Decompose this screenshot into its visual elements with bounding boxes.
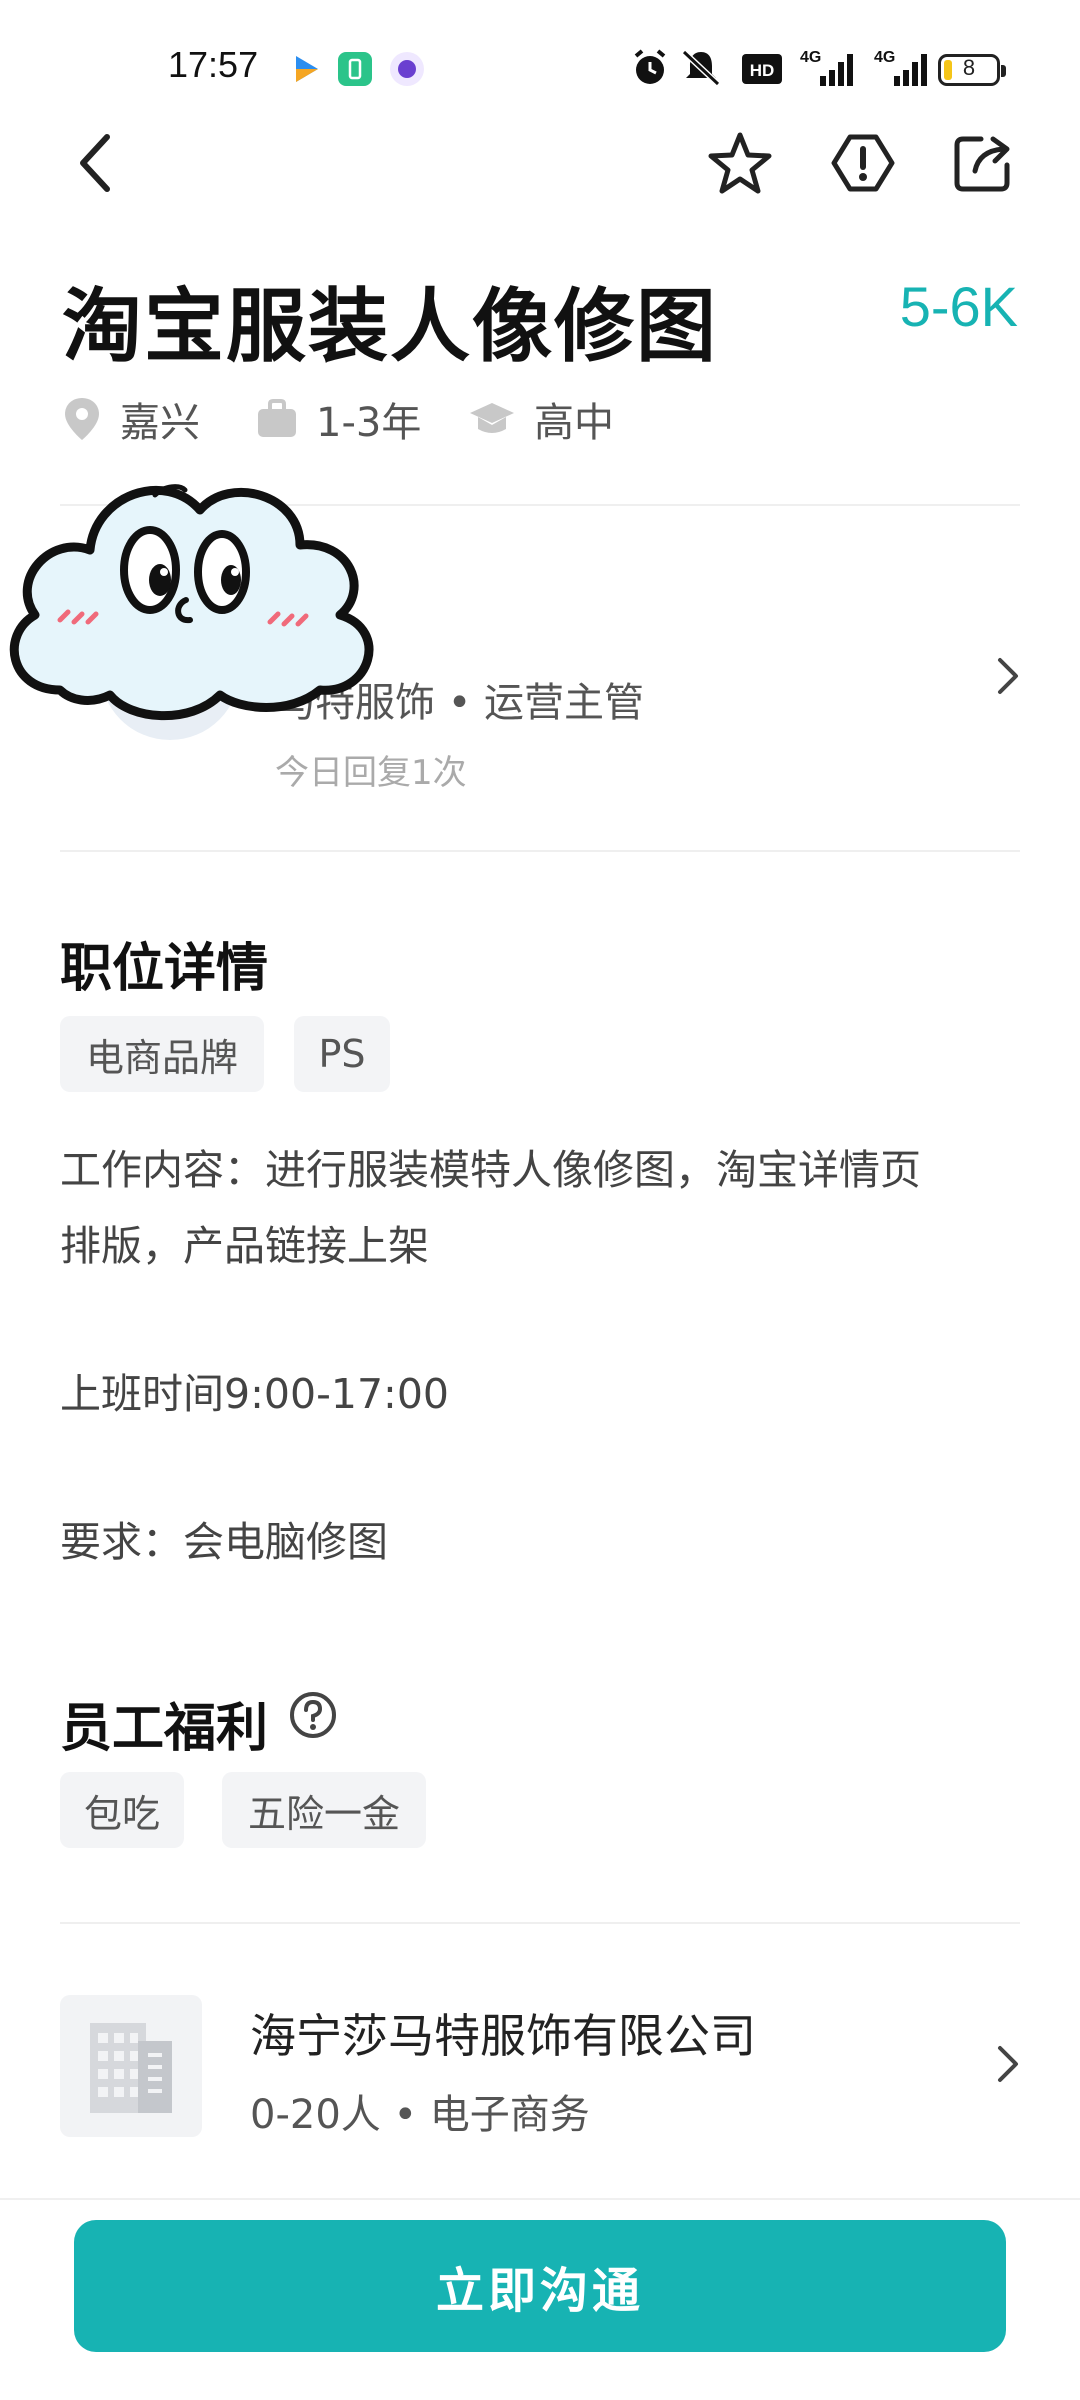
divider — [60, 850, 1020, 852]
signal-4g-icon: 4G — [796, 48, 856, 92]
salary: 5-6K — [899, 275, 1018, 338]
details-tag: 电商品牌 — [60, 1016, 264, 1092]
recruiter-reply-status: 今日回复1次 — [275, 753, 467, 793]
battery-saver-app-icon — [338, 52, 372, 86]
hd-icon: HD — [742, 54, 782, 88]
education-text: 高中 — [534, 400, 614, 446]
job-title: 淘宝服装人像修图 — [62, 280, 718, 373]
education-meta: 高中 — [468, 390, 614, 448]
app-notification-icon-2 — [390, 52, 424, 86]
signal-4g-icon-2: 4G — [872, 48, 932, 92]
company-name[interactable]: 海宁莎马特服饰有限公司 — [250, 2000, 756, 2066]
details-tag: PS — [294, 1016, 390, 1092]
share-button[interactable] — [946, 126, 1020, 200]
share-icon — [954, 136, 1010, 192]
details-title: 职位详情 — [60, 939, 269, 999]
benefits-title: 员工福利 — [60, 1699, 269, 1759]
alarm-icon — [632, 48, 668, 92]
cloud-sticker — [0, 440, 460, 734]
help-icon[interactable] — [288, 1690, 338, 1744]
report-button[interactable] — [826, 126, 900, 200]
divider — [60, 1922, 1020, 1924]
status-time: 17:57 — [168, 44, 259, 85]
svg-text:4G: 4G — [800, 49, 821, 66]
company-logo[interactable] — [60, 1995, 202, 2137]
svg-text:HD: HD — [750, 61, 775, 80]
details-line: 排版，产品链接上架 — [60, 1222, 429, 1270]
chat-now-button[interactable]: 立即沟通 — [74, 2220, 1006, 2352]
company-info: 0-20人 • 电子商务 — [250, 2092, 590, 2138]
details-line: 要求：会电脑修图 — [60, 1518, 388, 1566]
benefit-tag: 五险一金 — [222, 1772, 426, 1848]
details-line: 上班时间9:00-17:00 — [60, 1370, 450, 1418]
app-notification-icon — [290, 52, 324, 86]
battery-icon: 8 — [938, 54, 1006, 86]
details-line: 工作内容：进行服装模特人像修图，淘宝详情页 — [60, 1146, 921, 1194]
favorite-button[interactable] — [703, 126, 777, 200]
briefcase-icon — [258, 399, 296, 437]
location-pin-icon — [65, 398, 99, 440]
company-chevron-icon[interactable] — [996, 2044, 1020, 2088]
building-icon — [90, 2023, 172, 2113]
graduation-cap-icon — [470, 403, 514, 433]
chevron-left-icon — [80, 134, 110, 192]
star-icon — [708, 132, 772, 194]
recruiter-chevron-icon[interactable] — [996, 656, 1020, 700]
warning-icon — [831, 134, 895, 192]
benefit-tag: 包吃 — [60, 1772, 184, 1848]
back-button[interactable] — [58, 126, 132, 200]
battery-level: 8 — [962, 55, 976, 80]
svg-text:4G: 4G — [874, 49, 895, 66]
mute-icon — [680, 48, 722, 92]
